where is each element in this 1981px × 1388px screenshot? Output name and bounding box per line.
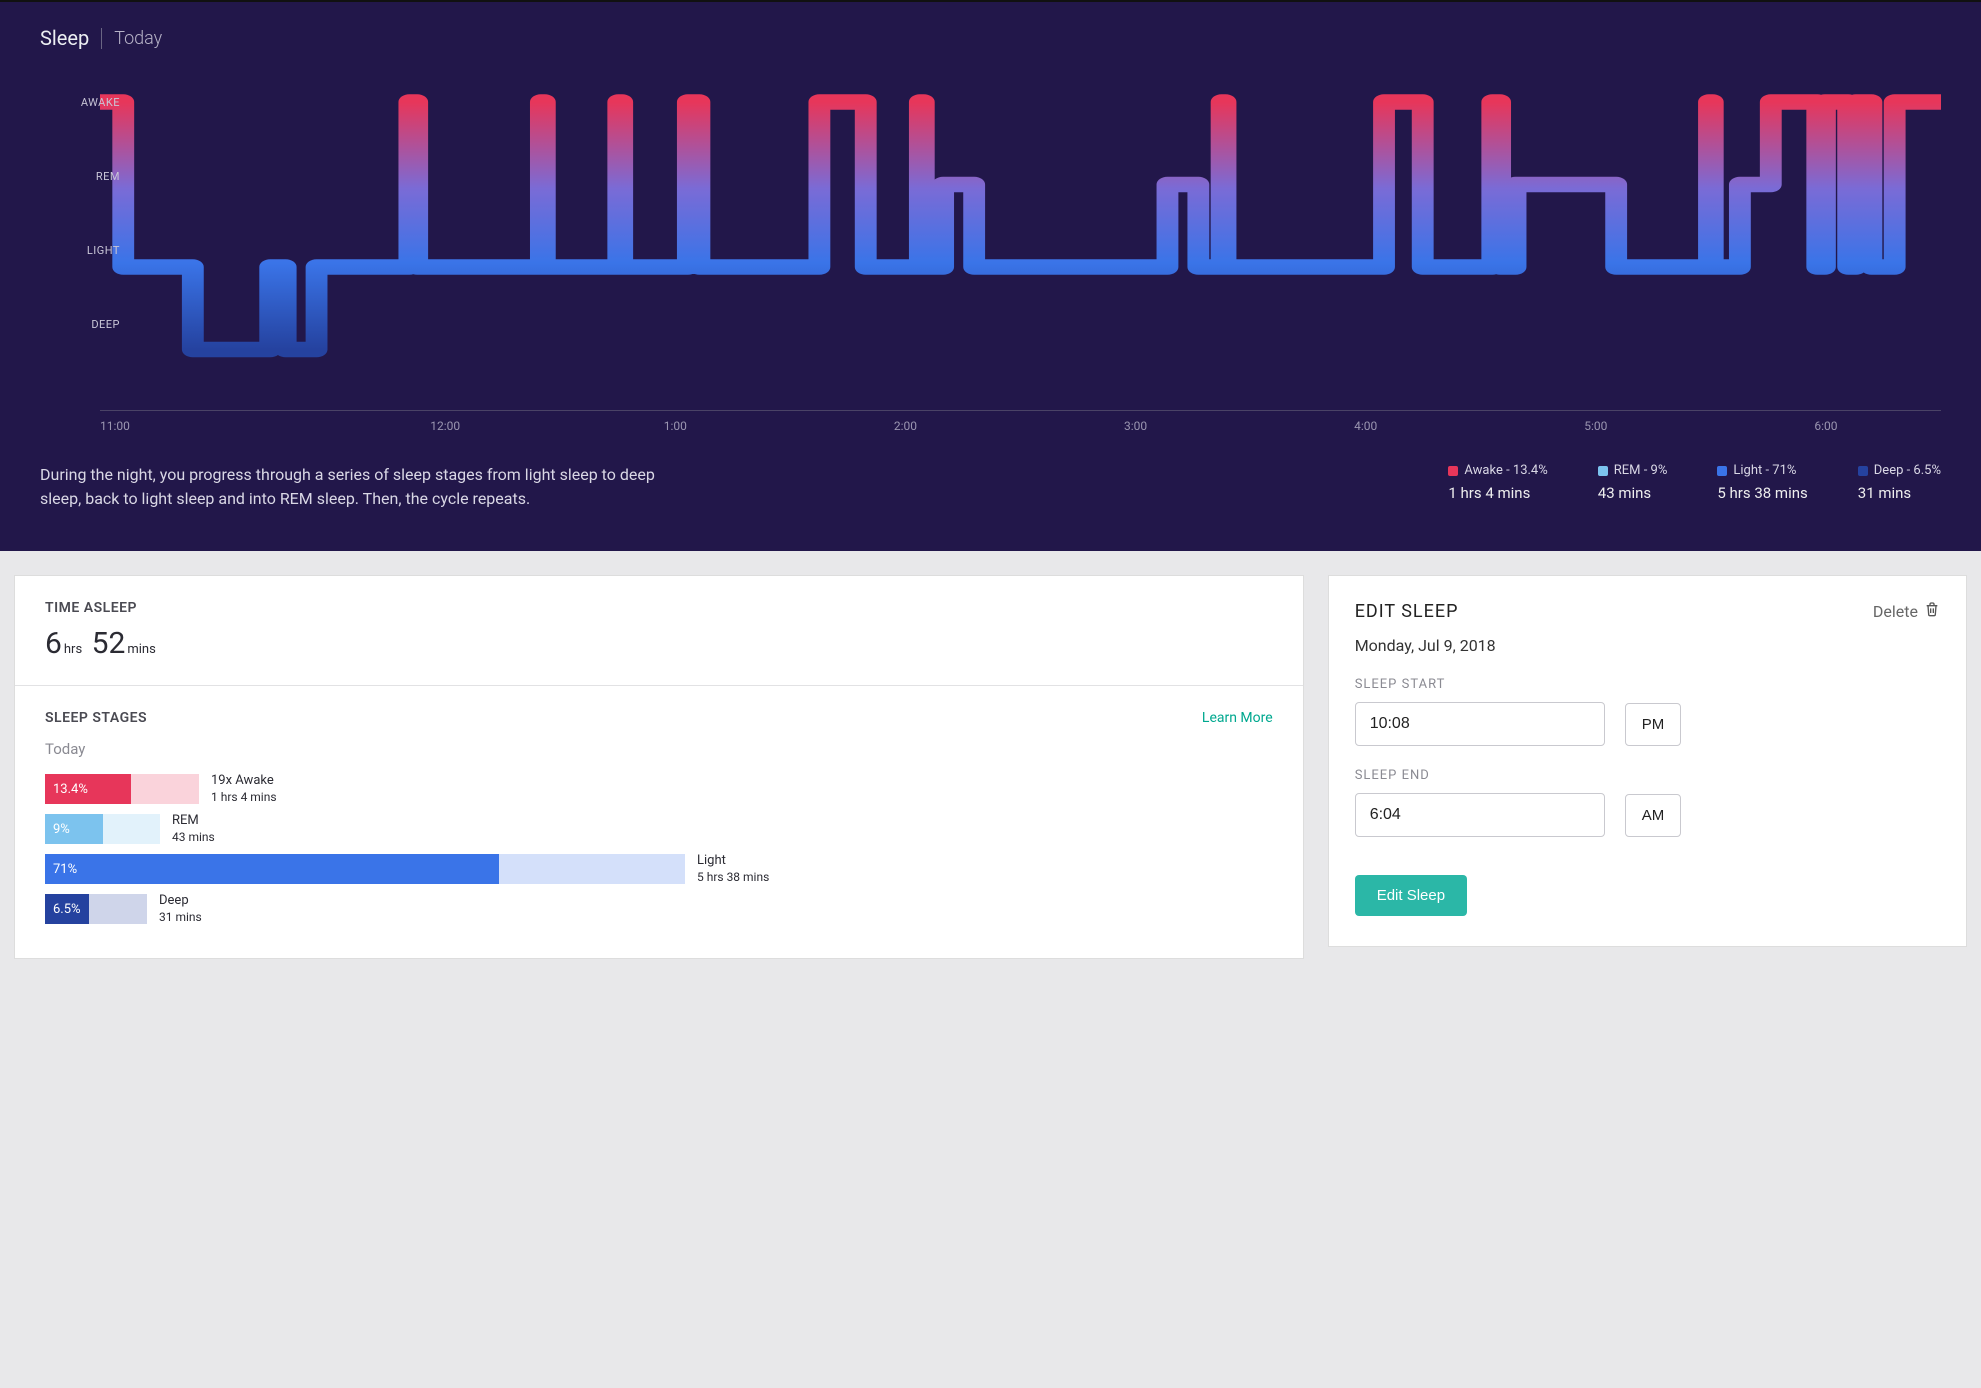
title-main: Sleep: [40, 26, 89, 50]
start-ampm-toggle[interactable]: PM: [1625, 703, 1682, 746]
bar-meta: Light5 hrs 38 mins: [697, 853, 769, 884]
legend-text: REM - 9%: [1614, 463, 1668, 478]
legend-duration: 43 mins: [1598, 484, 1668, 502]
stage-label-light: LIGHT: [87, 244, 120, 257]
legend-duration: 5 hrs 38 mins: [1717, 484, 1807, 502]
x-tick: 2:00: [790, 419, 1020, 433]
stage-label-deep: DEEP: [91, 318, 120, 331]
legend-swatch-icon: [1717, 466, 1727, 476]
trash-icon: [1924, 600, 1940, 622]
sleep-stages-subtitle: Today: [45, 740, 1273, 758]
legend-item: Awake - 13.4% 1 hrs 4 mins: [1448, 463, 1547, 502]
description-text: During the night, you progress through a…: [40, 463, 680, 511]
legend-swatch-icon: [1598, 466, 1608, 476]
panel-title: Sleep Today: [40, 26, 1941, 50]
bar-fill: 6.5%: [45, 894, 89, 924]
stage-bar-row: 13.4% 19x Awake1 hrs 4 mins: [45, 774, 1273, 804]
hypnogram-svg: [100, 80, 1941, 410]
x-tick: 12:00: [330, 419, 560, 433]
bar-meta: 19x Awake1 hrs 4 mins: [211, 773, 277, 804]
edit-date: Monday, Jul 9, 2018: [1355, 636, 1940, 655]
sleep-start-input[interactable]: [1355, 702, 1605, 746]
edit-sleep-button[interactable]: Edit Sleep: [1355, 875, 1467, 916]
x-axis-line: [100, 410, 1941, 411]
legend-text: Awake - 13.4%: [1464, 463, 1547, 478]
legend-item: REM - 9% 43 mins: [1598, 463, 1668, 502]
x-tick: 1:00: [560, 419, 790, 433]
bar-fill: 13.4%: [45, 774, 131, 804]
delete-button[interactable]: Delete: [1873, 600, 1940, 622]
legend-item: Light - 71% 5 hrs 38 mins: [1717, 463, 1807, 502]
x-axis-labels: 11:00 12:00 1:00 2:00 3:00 4:00 5:00 6:0…: [100, 419, 1941, 433]
legend-swatch-icon: [1858, 466, 1868, 476]
bar-meta: REM43 mins: [172, 813, 215, 844]
stage-bar-row: 6.5% Deep31 mins: [45, 894, 1273, 924]
legend: Awake - 13.4% 1 hrs 4 mins REM - 9% 43 mins…: [720, 463, 1941, 502]
stage-label-rem: REM: [96, 170, 120, 183]
stage-bars: 13.4% 19x Awake1 hrs 4 mins 9% REM43 mins 71…: [45, 774, 1273, 924]
time-asleep-label: TIME ASLEEP: [45, 600, 1273, 616]
end-ampm-toggle[interactable]: AM: [1625, 794, 1682, 837]
stage-label-awake: AWAKE: [81, 96, 120, 109]
legend-item: Deep - 6.5% 31 mins: [1858, 463, 1941, 502]
hypnogram-chart: AWAKE REM LIGHT DEEP: [40, 80, 1941, 410]
legend-text: Light - 71%: [1733, 463, 1796, 478]
sleep-overview-panel: Sleep Today AWAKE REM LIGHT DEEP 11:00 1…: [0, 0, 1981, 551]
x-tick: 4:00: [1251, 419, 1481, 433]
sleep-end-label: SLEEP END: [1355, 768, 1940, 783]
legend-duration: 1 hrs 4 mins: [1448, 484, 1547, 502]
x-tick: 11:00: [100, 419, 330, 433]
sleep-stages-label: SLEEP STAGES: [45, 710, 147, 726]
bar-fill: 9%: [45, 814, 103, 844]
bar-fill: 71%: [45, 854, 499, 884]
edit-sleep-card: EDIT SLEEP Delete Monday, Jul 9, 2018 SL…: [1328, 575, 1967, 947]
x-tick: 6:00: [1711, 419, 1941, 433]
legend-swatch-icon: [1448, 466, 1458, 476]
stage-bar-row: 9% REM43 mins: [45, 814, 1273, 844]
delete-label: Delete: [1873, 602, 1918, 621]
legend-duration: 31 mins: [1858, 484, 1941, 502]
x-tick: 3:00: [1021, 419, 1251, 433]
bar-meta: Deep31 mins: [159, 893, 202, 924]
learn-more-link[interactable]: Learn More: [1202, 710, 1273, 726]
stage-bar-row: 71% Light5 hrs 38 mins: [45, 854, 1273, 884]
legend-text: Deep - 6.5%: [1874, 463, 1941, 478]
x-tick: 5:00: [1481, 419, 1711, 433]
sleep-start-label: SLEEP START: [1355, 677, 1940, 692]
edit-sleep-title: EDIT SLEEP: [1355, 601, 1459, 622]
title-sub: Today: [101, 28, 162, 49]
time-asleep-card: TIME ASLEEP 6hrs 52mins SLEEP STAGES Lea…: [14, 575, 1304, 959]
time-asleep-value: 6hrs 52mins: [45, 626, 1273, 661]
sleep-end-input[interactable]: [1355, 793, 1605, 837]
